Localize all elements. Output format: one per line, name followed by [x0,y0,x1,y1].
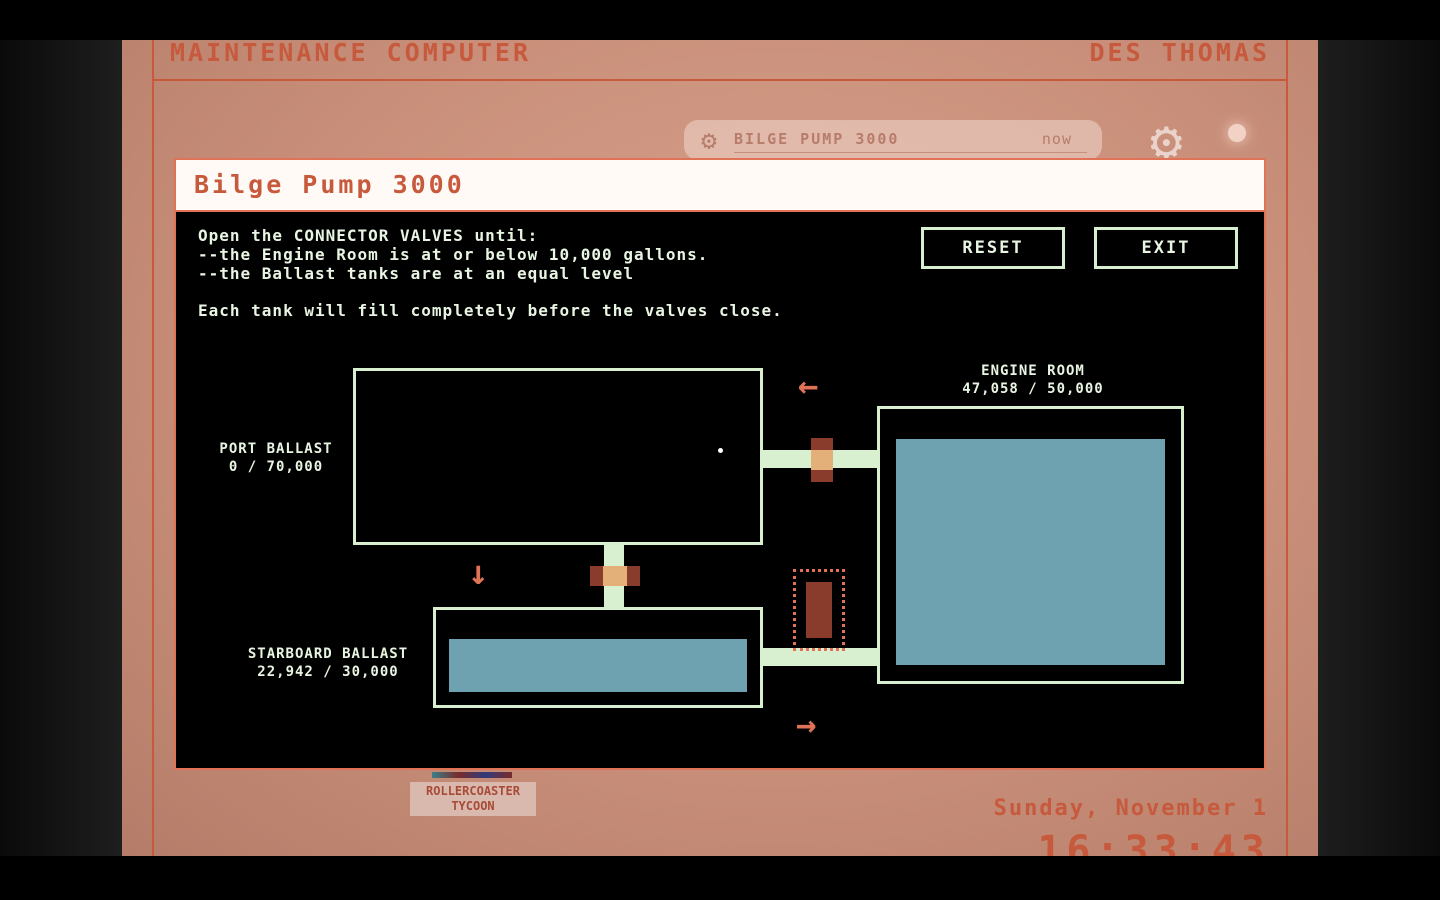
port-ballast-reading: 0 / 70,000 [228,459,324,475]
bilge-pump-window: Bilge Pump 3000 Open the CONNECTOR VALVE… [174,158,1266,770]
notification-banner[interactable]: ⚙ BILGE PUMP 3000 now [684,120,1102,160]
starboard-ballast-reading: 22,942 / 30,000 [257,664,399,680]
window-title: Bilge Pump 3000 [194,170,465,199]
port-ballast-tank [353,368,763,545]
os-title: MAINTENANCE COMPUTER [170,40,532,67]
starboard-water-level [449,639,747,692]
instruction-line: Each tank will fill completely before th… [198,301,783,320]
instruction-line: --the Engine Room is at or below 10,000 … [198,245,709,264]
instruction-line: --the Ballast tanks are at an equal leve… [198,264,634,283]
app-label-line1: ROLLERCOASTER [426,784,520,798]
exit-button[interactable]: EXIT [1094,227,1238,269]
frame-left [152,40,154,856]
notification-time: now [1041,130,1072,148]
port-ballast-name: PORT BALLAST [219,441,333,457]
valve-port-engine[interactable] [811,438,833,482]
os-username: DES THOMAS [1089,40,1270,67]
desktop-app-rollercoaster-tycoon[interactable]: ROLLERCOASTER TYCOON [410,772,536,816]
valve-starboard-engine-selected[interactable] [793,569,845,651]
notification-divider [734,152,1087,153]
starboard-ballast-tank [433,607,763,708]
arrow-left-icon: ← [798,366,819,406]
starboard-ballast-name: STARBOARD BALLAST [247,646,409,662]
instructions: Open the CONNECTOR VALVES until: --the En… [198,226,783,320]
instruction-line: Open the CONNECTOR VALVES until: [198,226,539,245]
app-label-line2: TYCOON [451,799,495,813]
engine-room-name: ENGINE ROOM [981,363,1085,379]
engine-room-reading: 47,058 / 50,000 [962,381,1104,397]
app-thumbnail-strip [432,772,512,778]
clock-date: Sunday, November 1 [993,796,1268,821]
window-titlebar: Bilge Pump 3000 [176,160,1264,212]
valve-port-starboard[interactable] [590,566,640,586]
left-vignette [0,40,122,856]
arrow-down-icon: ↓ [468,553,489,593]
arrow-right-icon: → [796,705,817,745]
engine-room-tank [877,406,1184,684]
glow-light [1228,124,1246,142]
clock-time: 16:33:43 [1037,828,1270,856]
header-divider [152,79,1288,81]
starboard-ballast-label: STARBOARD BALLAST 22,942 / 30,000 [228,645,428,681]
gear-icon: ⚙ [701,126,717,156]
engine-room-label: ENGINE ROOM 47,058 / 50,000 [938,362,1128,398]
reset-button[interactable]: RESET [921,227,1065,269]
engine-water-level [896,439,1165,665]
mouse-cursor-dot [718,448,723,453]
port-ballast-label: PORT BALLAST 0 / 70,000 [196,440,356,476]
frame-right [1286,40,1288,856]
notification-app: BILGE PUMP 3000 [734,130,900,148]
right-vignette [1318,40,1440,856]
